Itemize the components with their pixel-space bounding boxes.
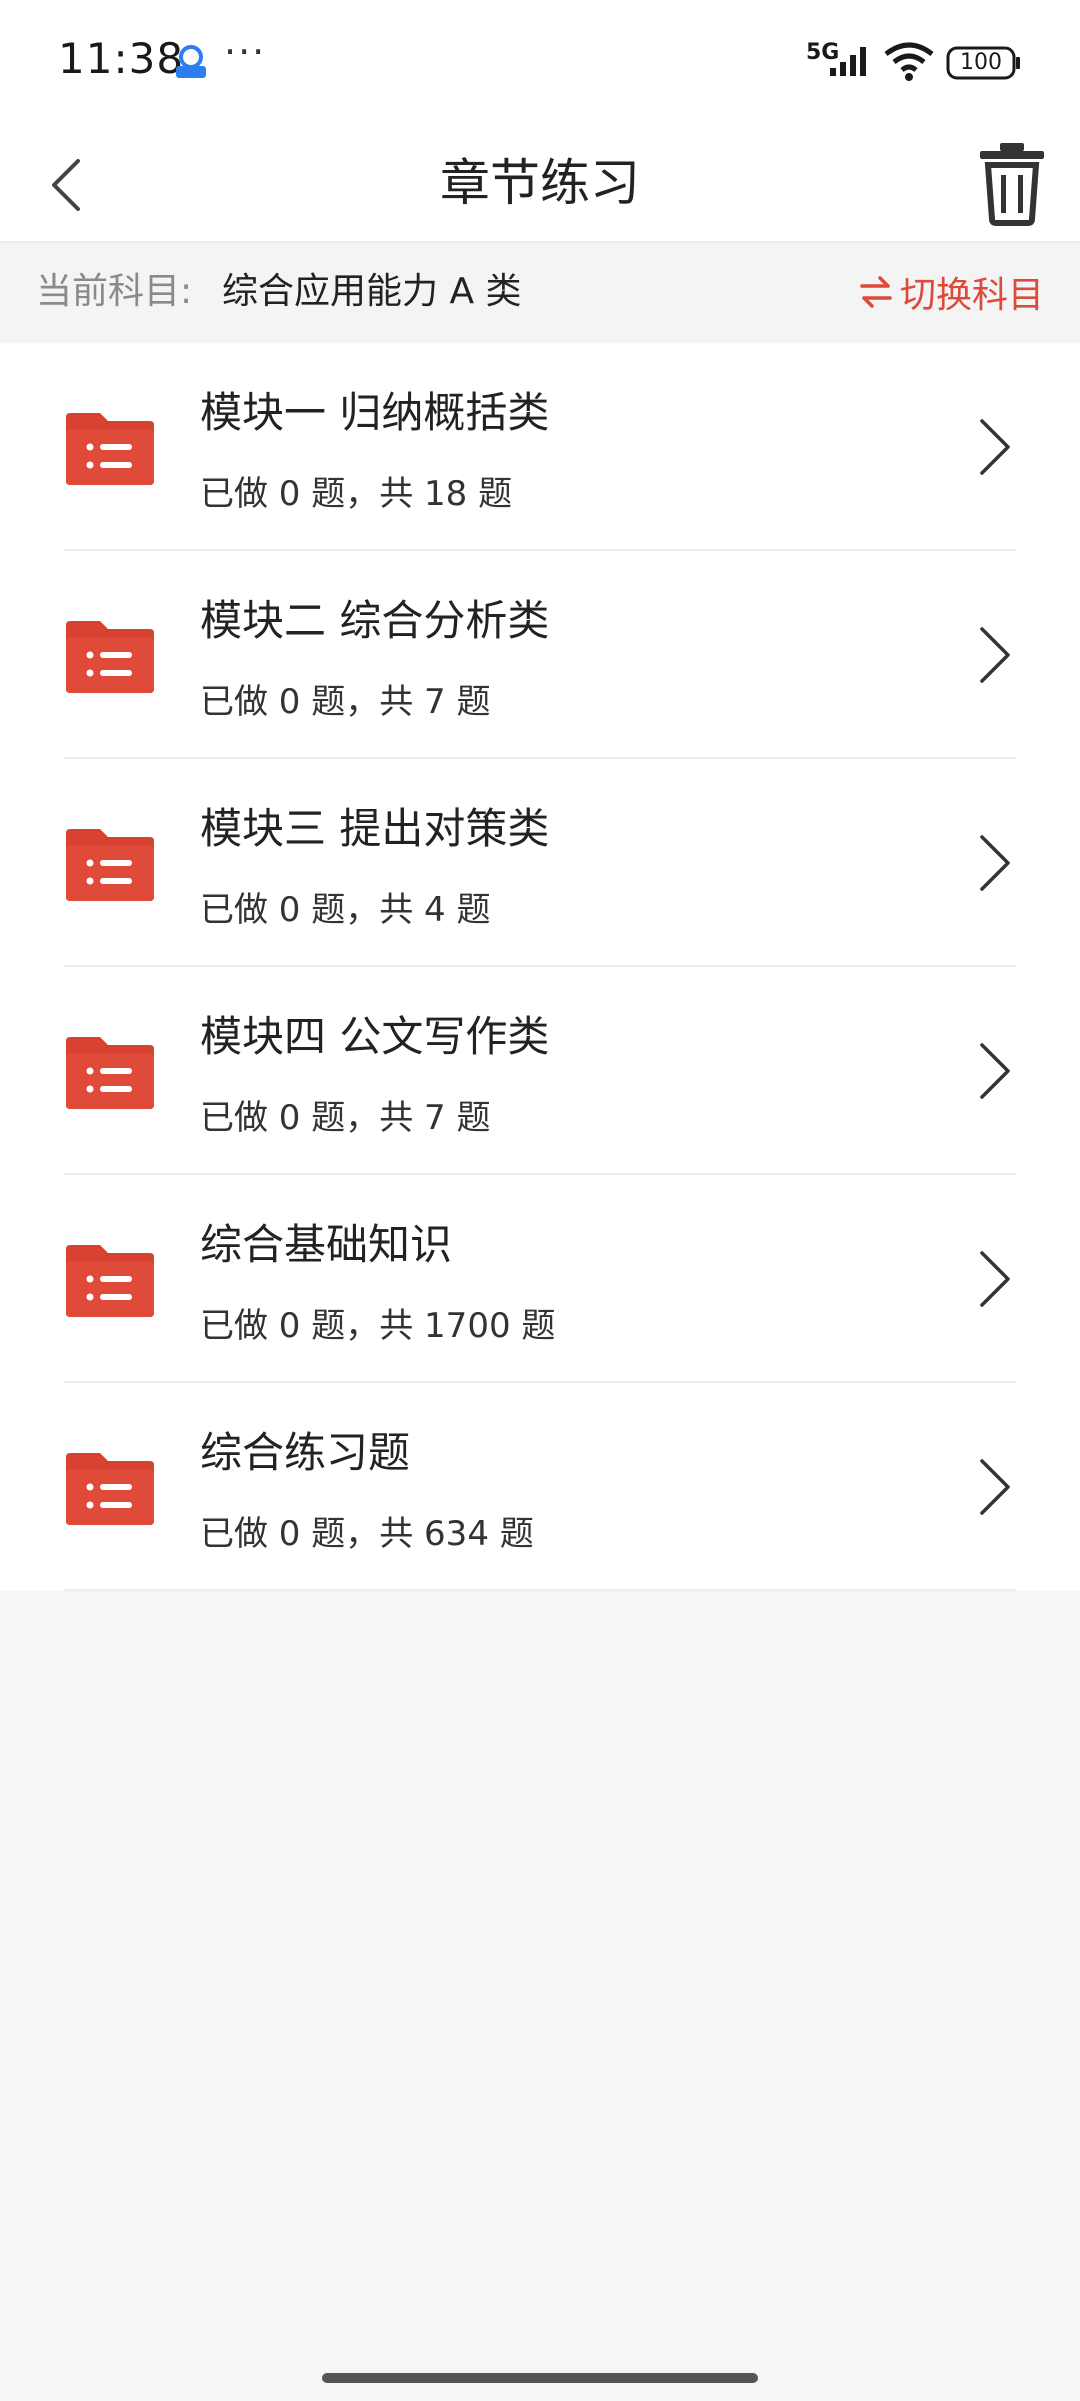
chapter-progress: 已做 0 题，共 18 题 [200, 474, 513, 514]
chapter-title: 综合基础知识 [200, 1220, 453, 1269]
chevron-left-icon [52, 159, 80, 211]
chevron-right-icon [980, 1459, 1010, 1515]
chapter-progress: 已做 0 题，共 1700 题 [200, 1306, 556, 1346]
chapter-progress: 已做 0 题，共 4 题 [200, 890, 491, 930]
swap-arrows-icon [860, 276, 892, 308]
chevron-right-icon [980, 1043, 1010, 1099]
divider [64, 1589, 1016, 1591]
trash-icon [980, 143, 1044, 226]
nav-bar: 章节练习 [0, 125, 1080, 243]
folder-list-icon [66, 829, 154, 901]
chapter-title: 综合练习题 [200, 1428, 411, 1477]
home-indicator[interactable] [322, 2373, 758, 2383]
clear-button[interactable] [972, 137, 1052, 227]
switch-subject-label: 切换科目 [899, 275, 1044, 316]
chapter-title: 模块四 公文写作类 [200, 1012, 550, 1061]
folder-list-icon [66, 413, 154, 485]
signal-icon [830, 47, 866, 76]
chapter-title: 模块一 归纳概括类 [200, 388, 550, 437]
folder-list-icon [66, 1245, 154, 1317]
subject-bar: 当前科目: 综合应用能力 A 类 切换科目 [0, 243, 1080, 341]
more-notifications-icon: ··· [224, 30, 267, 74]
chapter-title: 模块三 提出对策类 [200, 804, 550, 853]
chevron-right-icon [980, 1251, 1010, 1307]
list-item[interactable]: 模块二 综合分析类 已做 0 题，共 7 题 [0, 551, 1080, 759]
list-item[interactable]: 模块一 归纳概括类 已做 0 题，共 18 题 [0, 343, 1080, 551]
battery-level: 100 [960, 50, 1002, 75]
chapter-progress: 已做 0 题，共 7 题 [200, 682, 491, 722]
subject-value: 综合应用能力 A 类 [222, 271, 522, 312]
folder-list-icon [66, 1037, 154, 1109]
status-bar: 11:38 ··· 5G 100 [0, 0, 1080, 125]
subject-label: 当前科目: [36, 271, 193, 312]
chapter-progress: 已做 0 题，共 634 题 [200, 1514, 534, 1554]
chapter-progress: 已做 0 题，共 7 题 [200, 1098, 491, 1138]
folder-list-icon [66, 1453, 154, 1525]
wifi-icon [884, 42, 934, 81]
switch-subject-button[interactable]: 切换科目 [858, 243, 1044, 341]
back-button[interactable] [40, 145, 120, 225]
chevron-right-icon [980, 627, 1010, 683]
chevron-right-icon [980, 419, 1010, 475]
chapter-list: 模块一 归纳概括类 已做 0 题，共 18 题 模块二 综合分析类 已做 0 题… [0, 343, 1080, 1591]
list-item[interactable]: 综合练习题 已做 0 题，共 634 题 [0, 1383, 1080, 1591]
chevron-right-icon [980, 835, 1010, 891]
app-notification-icon [176, 45, 206, 78]
list-item[interactable]: 模块三 提出对策类 已做 0 题，共 4 题 [0, 759, 1080, 967]
folder-list-icon [66, 621, 154, 693]
list-item[interactable]: 综合基础知识 已做 0 题，共 1700 题 [0, 1175, 1080, 1383]
chapter-title: 模块二 综合分析类 [200, 596, 550, 645]
list-item[interactable]: 模块四 公文写作类 已做 0 题，共 7 题 [0, 967, 1080, 1175]
status-time: 11:38 [58, 34, 185, 83]
page-title: 章节练习 [440, 154, 640, 212]
